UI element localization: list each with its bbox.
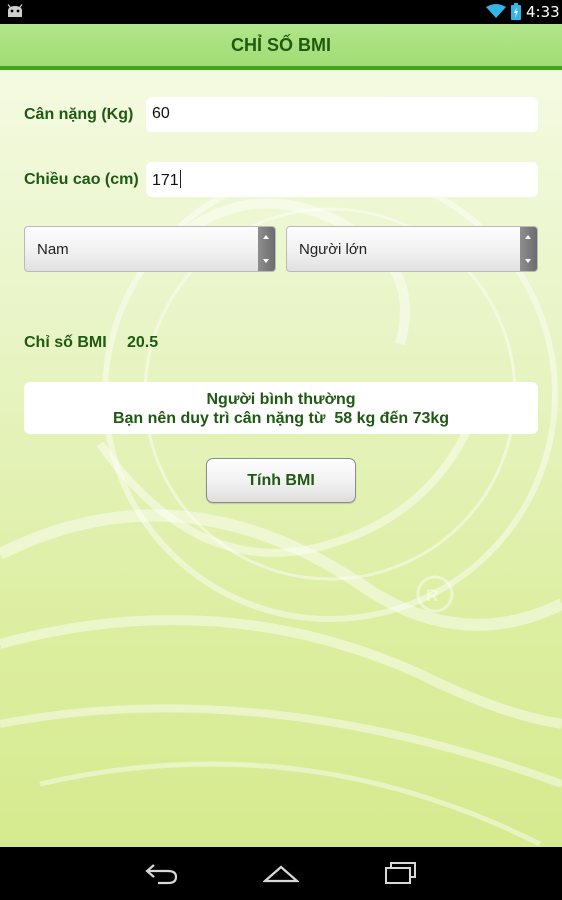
battery-icon (511, 3, 521, 20)
gender-spinner[interactable]: Nam (24, 226, 276, 272)
height-input[interactable]: 171 (146, 162, 538, 197)
spinner-arrows-icon (520, 227, 537, 271)
bmi-value: 20.5 (127, 334, 159, 351)
height-label: Chiều cao (cm) (24, 171, 139, 188)
result-advice: Bạn nên duy trì cân nặng từ 58 kg đến 73… (112, 410, 450, 427)
status-bar: 4:33 (0, 0, 562, 24)
age-group-selected-value: Người lớn (299, 241, 368, 258)
page-title: CHỈ SỐ BMI (230, 34, 331, 55)
result-box: Người bình thường Bạn nên duy trì cân nặ… (24, 382, 538, 434)
app-screen: R CHỈ SỐ BMI Cân nặng (Kg) 60 Chiều cao … (0, 24, 562, 847)
wifi-icon (486, 4, 506, 18)
svg-text:R: R (426, 586, 438, 605)
recent-apps-icon[interactable] (383, 861, 417, 885)
gender-selected-value: Nam (37, 241, 69, 258)
age-group-spinner[interactable]: Người lớn (286, 226, 538, 272)
android-icon (7, 4, 23, 17)
weight-label: Cân nặng (Kg) (24, 106, 134, 123)
bmi-label: Chỉ số BMI (24, 334, 107, 351)
back-icon[interactable] (144, 861, 180, 885)
background-watermark: R (0, 166, 562, 847)
calculate-bmi-button[interactable]: Tính BMI (206, 458, 356, 503)
height-input-value: 171 (152, 172, 179, 189)
spinner-arrows-icon (258, 227, 275, 271)
home-icon[interactable] (263, 861, 299, 885)
result-category: Người bình thường (206, 391, 356, 408)
status-clock: 4:33 (526, 3, 560, 21)
navigation-bar (0, 847, 562, 900)
title-bar: CHỈ SỐ BMI (0, 24, 562, 70)
weight-input[interactable]: 60 (146, 97, 538, 132)
text-cursor (179, 170, 181, 188)
weight-input-value: 60 (152, 105, 170, 122)
